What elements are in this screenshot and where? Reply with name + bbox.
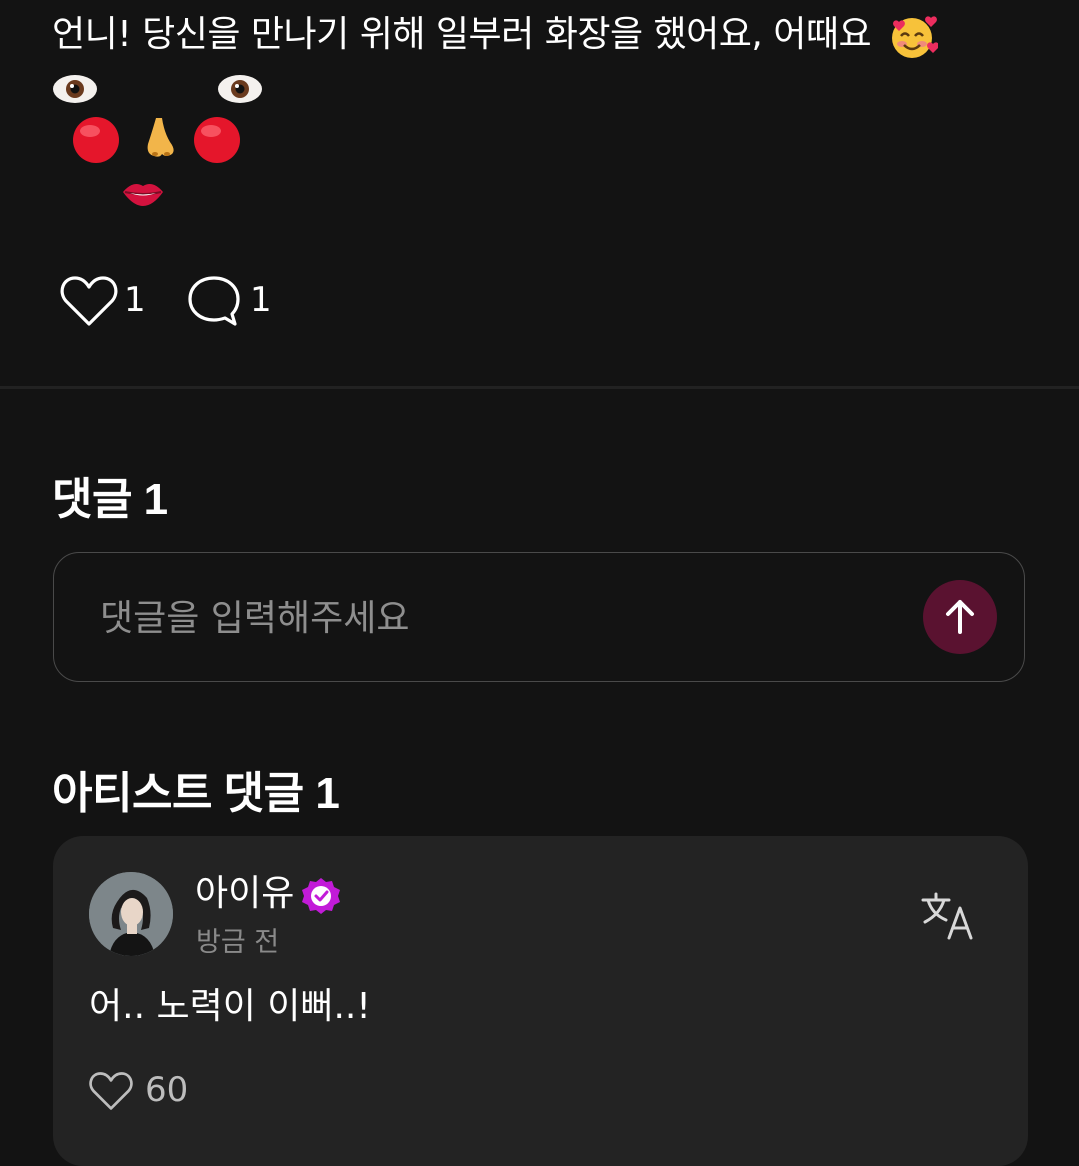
send-button[interactable] — [923, 580, 997, 654]
comment-input[interactable] — [98, 589, 882, 647]
red-circle-icon — [73, 117, 119, 163]
eye-icon — [218, 75, 262, 103]
comment-text: 어.. 노력이 이뻐..! — [89, 986, 371, 1027]
avatar-image — [89, 872, 173, 956]
verified-badge-icon — [302, 878, 340, 914]
heart-icon — [89, 1072, 133, 1110]
comment-like-count: 60 — [145, 1070, 189, 1110]
artist-name[interactable]: 아이유 — [195, 872, 294, 916]
artist-comments-title: 아티스트 댓글 1 — [52, 769, 340, 818]
smiling-face-with-hearts-icon — [892, 16, 938, 58]
comments-title: 댓글 1 — [52, 475, 168, 524]
avatar[interactable] — [89, 872, 173, 956]
red-circle-icon — [194, 117, 240, 163]
comment-count: 1 — [250, 280, 272, 320]
comment-input-box — [53, 552, 1025, 682]
lips-icon — [123, 184, 163, 206]
nose-icon — [147, 118, 174, 157]
translate-icon[interactable] — [921, 890, 979, 942]
artist-comment-card: 아이유 방금 전 어.. 노력이 이뻐..! 60 — [53, 836, 1028, 1166]
eye-icon — [53, 75, 97, 103]
emoji-face-art — [53, 75, 262, 206]
arrow-up-icon — [946, 600, 974, 634]
section-divider — [0, 386, 1079, 389]
comment-time: 방금 전 — [196, 927, 280, 958]
heart-icon — [60, 276, 118, 326]
speech-bubble-icon — [188, 276, 240, 326]
like-count: 1 — [124, 280, 146, 320]
